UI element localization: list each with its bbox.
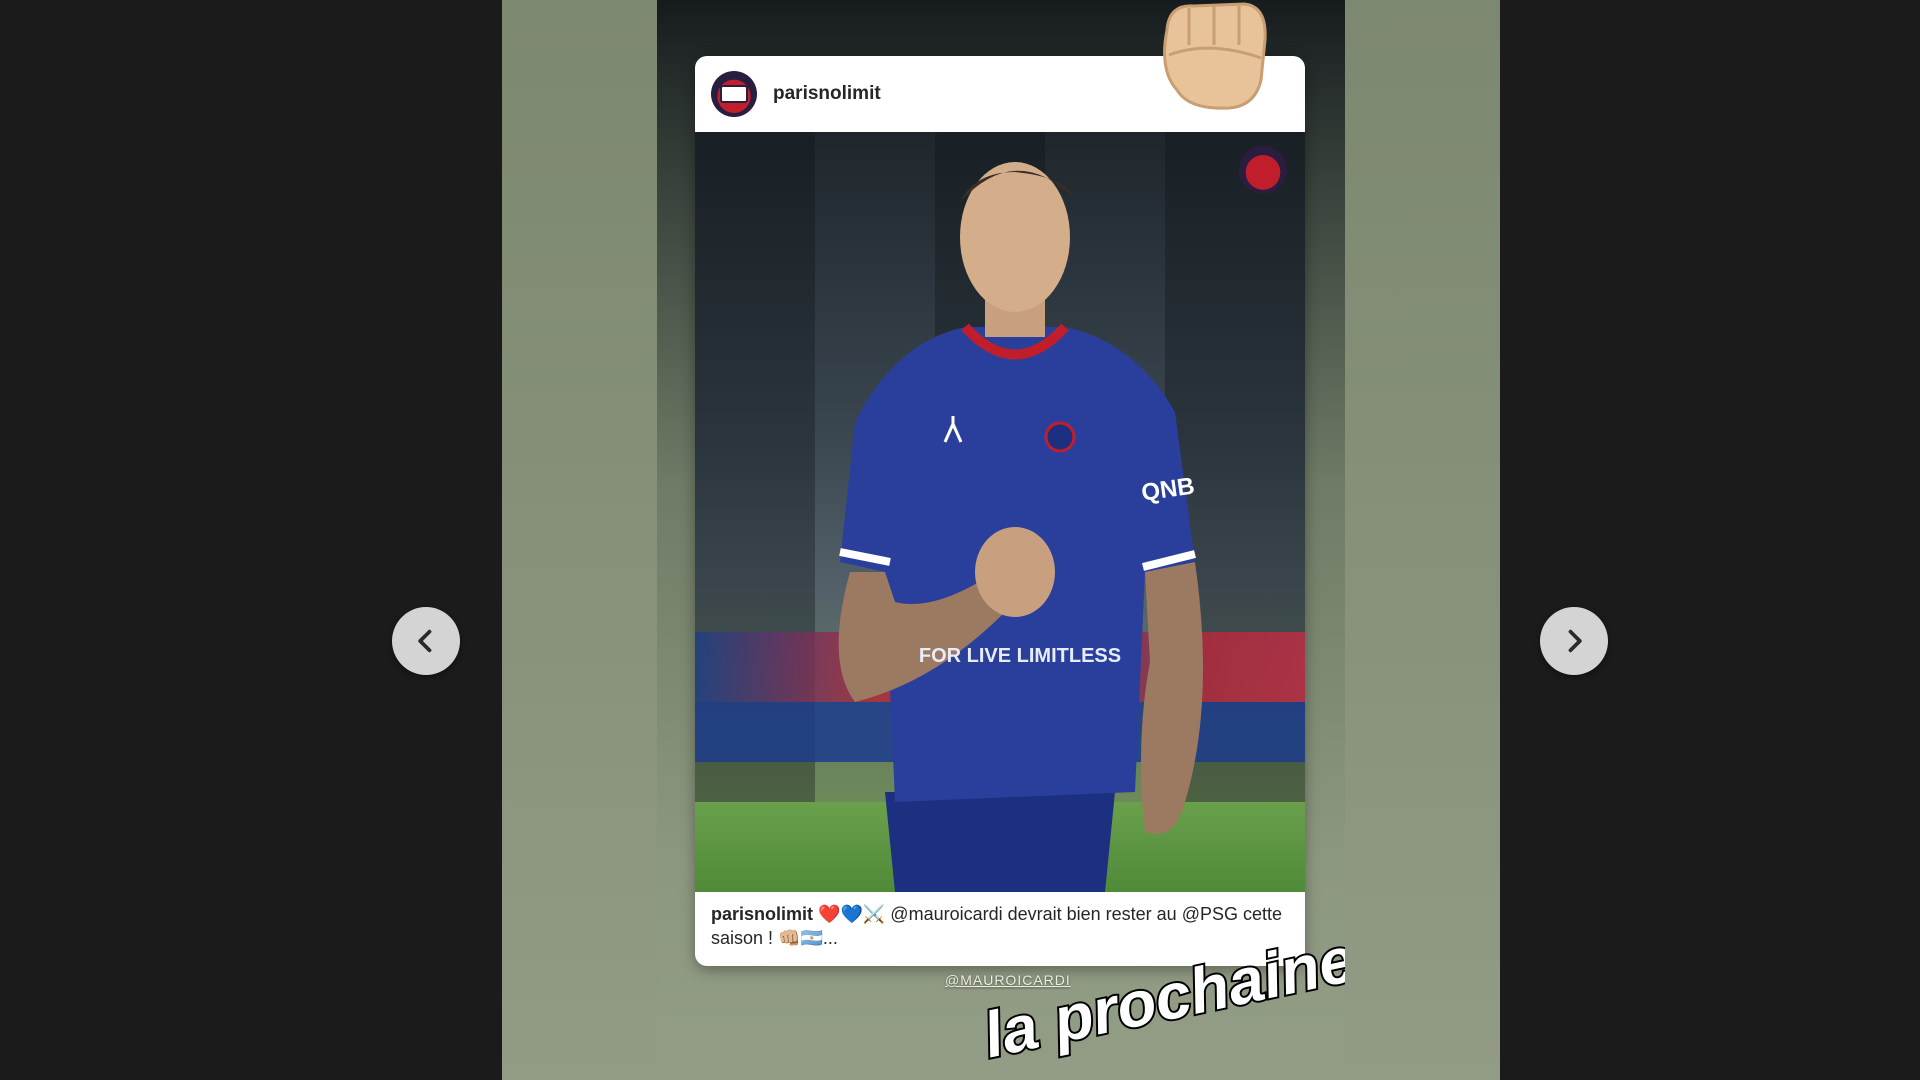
previous-story-button[interactable] bbox=[392, 607, 460, 675]
story-frame: parisnolimit FOR LIVE LIMITLESS QNB pari… bbox=[657, 0, 1345, 1080]
fist-emoji-sticker bbox=[1149, 0, 1269, 110]
chevron-right-icon bbox=[1568, 629, 1582, 653]
next-story-button[interactable] bbox=[1540, 607, 1608, 675]
caption-emojis-start: ❤️💙⚔️ bbox=[818, 904, 886, 924]
profile-avatar[interactable] bbox=[711, 71, 757, 117]
caption-username[interactable]: parisnolimit bbox=[711, 904, 813, 924]
shared-post-card[interactable]: parisnolimit FOR LIVE LIMITLESS QNB pari… bbox=[695, 56, 1305, 966]
club-logo-icon bbox=[1239, 146, 1287, 194]
chevron-left-icon bbox=[418, 629, 432, 653]
post-username[interactable]: parisnolimit bbox=[773, 83, 881, 105]
post-photo: FOR LIVE LIMITLESS QNB bbox=[695, 132, 1305, 892]
story-backdrop-right bbox=[1345, 0, 1500, 1080]
story-backdrop-left bbox=[502, 0, 657, 1080]
player-figure: FOR LIVE LIMITLESS QNB bbox=[838, 162, 1203, 892]
caption-emojis-end: 👊🏼🇦🇷... bbox=[778, 928, 838, 948]
jersey-sponsor-text: FOR LIVE LIMITLESS bbox=[919, 645, 1121, 667]
